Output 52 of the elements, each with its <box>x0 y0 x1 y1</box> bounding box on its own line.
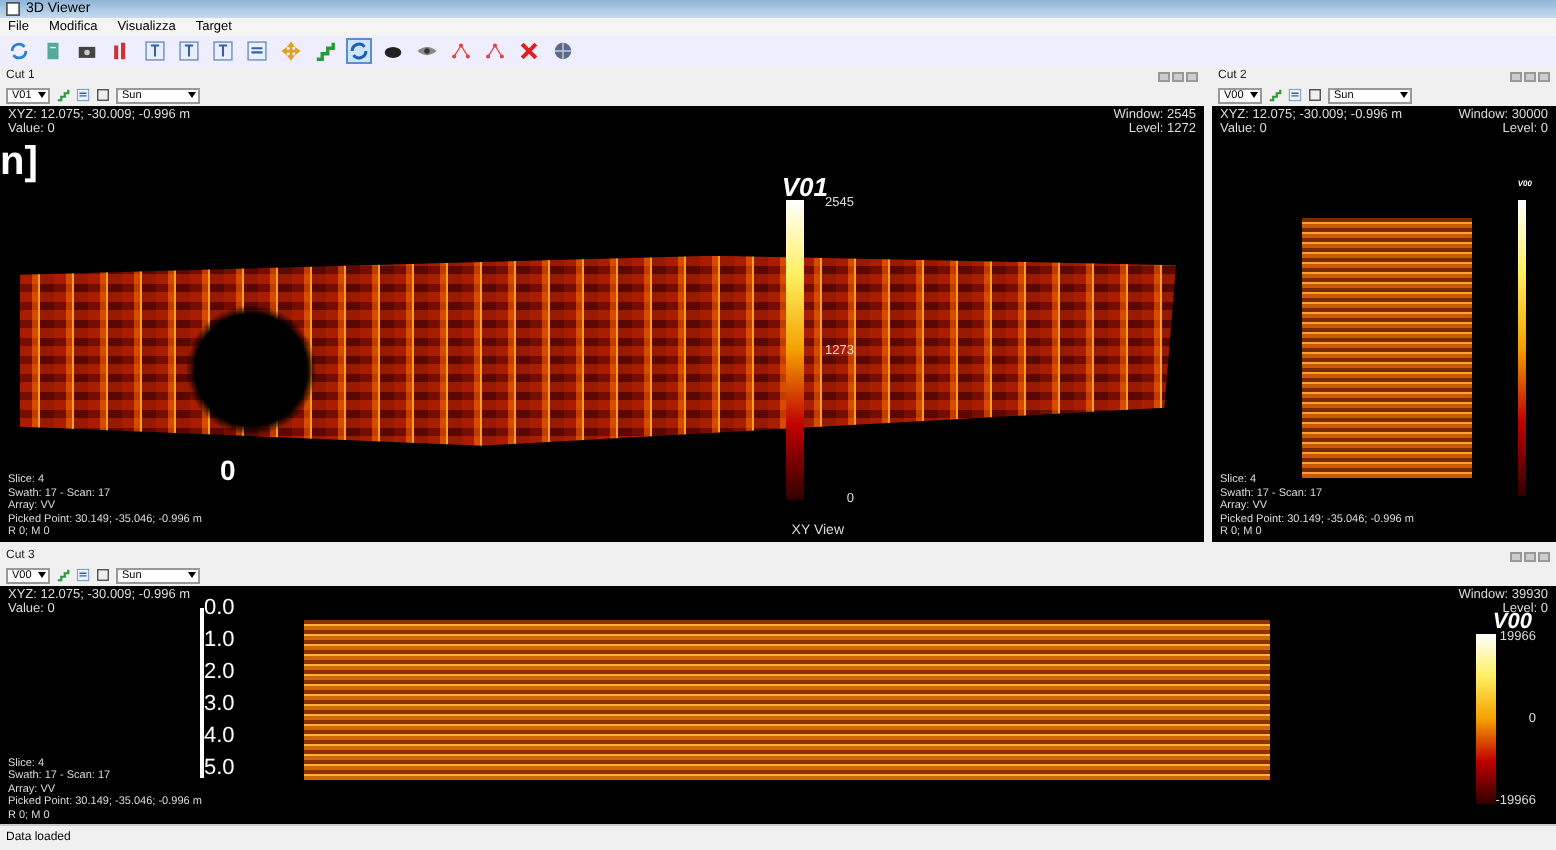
caret-icon <box>188 92 196 99</box>
lines-icon[interactable] <box>76 568 90 583</box>
axis-label: n] <box>0 141 38 182</box>
stairs-icon[interactable] <box>1268 88 1282 103</box>
text-frame-button[interactable] <box>142 38 168 65</box>
stairs-button[interactable] <box>312 38 338 65</box>
colorbar-title: V01 <box>781 171 828 202</box>
close-icon <box>518 40 540 63</box>
frame-icon[interactable] <box>1308 88 1322 103</box>
depth-label: 4.0 <box>204 725 235 748</box>
minimize-button[interactable] <box>1510 551 1522 562</box>
caret-icon <box>188 572 196 579</box>
lines-icon[interactable] <box>1288 88 1302 103</box>
stairs-icon[interactable] <box>56 88 70 103</box>
text-frame-button[interactable] <box>210 38 236 65</box>
close-button[interactable] <box>1538 551 1550 562</box>
maximize-button[interactable] <box>1172 71 1184 82</box>
depth-label: 3.0 <box>204 693 235 716</box>
refresh-icon <box>8 40 30 63</box>
minimize-button[interactable] <box>1510 71 1522 82</box>
globe-icon <box>552 40 574 63</box>
close-button[interactable] <box>1186 71 1198 82</box>
move-icon <box>280 40 302 63</box>
nodes-icon <box>450 40 472 63</box>
stairs-icon <box>314 40 336 63</box>
page-icon <box>42 40 64 63</box>
maximize-button[interactable] <box>1524 71 1536 82</box>
globe-button[interactable] <box>550 38 576 65</box>
colorbar-title: V00 <box>1492 609 1532 634</box>
depth-label: 2.0 <box>204 661 235 684</box>
caret-icon <box>38 92 46 99</box>
frame-icon[interactable] <box>96 88 110 103</box>
stairs-icon[interactable] <box>56 568 70 583</box>
refresh-button[interactable] <box>6 38 32 65</box>
maximize-button[interactable] <box>1524 551 1536 562</box>
caret-icon <box>1250 92 1258 99</box>
depth-label: 0.0 <box>204 597 235 620</box>
lines-icon[interactable] <box>76 88 90 103</box>
close-button[interactable] <box>1538 71 1550 82</box>
axis-label: 0 <box>220 451 236 490</box>
frame-icon[interactable] <box>96 568 110 583</box>
caret-icon <box>1400 92 1408 99</box>
caret-icon <box>38 572 46 579</box>
depth-label: 1.0 <box>204 629 235 652</box>
lines-button[interactable] <box>244 38 270 65</box>
minimize-button[interactable] <box>1158 71 1170 82</box>
close-button[interactable] <box>516 38 542 65</box>
text-frame-button[interactable] <box>176 38 202 65</box>
nodes-icon <box>484 40 506 63</box>
rotate-button[interactable] <box>346 38 372 65</box>
rotate-icon <box>348 40 370 63</box>
depth-label: 5.0 <box>204 757 235 780</box>
